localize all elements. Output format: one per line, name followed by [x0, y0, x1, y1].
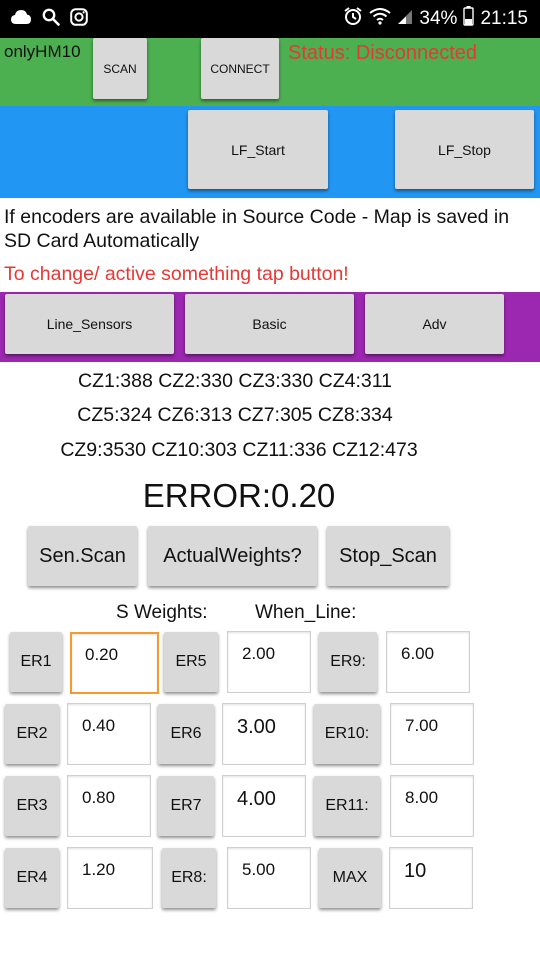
er9-weight-input[interactable]: 6.00 — [386, 631, 470, 693]
er10-button[interactable]: ER10: — [314, 704, 380, 764]
er5-button[interactable]: ER5 — [164, 632, 218, 692]
instagram-icon — [70, 7, 88, 31]
er10-weight-input[interactable]: 7.00 — [390, 703, 474, 765]
er7-weight-input[interactable]: 4.00 — [222, 775, 306, 837]
er9-button[interactable]: ER9: — [319, 632, 377, 692]
er6-button[interactable]: ER6 — [158, 704, 214, 764]
sensor-readings-row-3: CZ9:3530 CZ10:303 CZ11:336 CZ12:473 — [60, 439, 418, 461]
lf-start-button[interactable]: LF_Start — [188, 110, 328, 189]
max-weight-input[interactable]: 10 — [389, 847, 473, 909]
tab-basic[interactable]: Basic — [185, 294, 354, 354]
er1-weight-input[interactable]: 0.20 — [70, 632, 159, 694]
info-text: If encoders are available in Source Code… — [4, 206, 510, 252]
er1-button[interactable]: ER1 — [10, 632, 62, 692]
er2-button[interactable]: ER2 — [5, 704, 59, 764]
er7-button[interactable]: ER7 — [158, 776, 214, 836]
sensor-readings-row-2: CZ5:324 CZ6:313 CZ7:305 CZ8:334 — [77, 404, 393, 426]
device-name: onlyHM10 — [4, 42, 81, 61]
connect-button[interactable]: CONNECT — [201, 38, 279, 99]
cloud-icon — [10, 9, 32, 30]
er3-weight-input[interactable]: 0.80 — [67, 775, 151, 837]
scan-button[interactable]: SCAN — [93, 38, 147, 99]
when-line-label: When_Line: — [255, 602, 357, 623]
hint-text: To change/ active something tap button! — [4, 263, 349, 285]
er5-weight-input[interactable]: 2.00 — [227, 631, 311, 693]
er3-button[interactable]: ER3 — [5, 776, 59, 836]
stop-scan-button[interactable]: Stop_Scan — [327, 526, 449, 586]
max-button[interactable]: MAX — [319, 848, 381, 908]
battery-percent: 34% — [419, 8, 458, 29]
search-icon — [42, 8, 60, 31]
actual-weights-button[interactable]: ActualWeights? — [148, 526, 317, 586]
wifi-icon — [369, 7, 392, 31]
er6-weight-input[interactable]: 3.00 — [222, 703, 306, 765]
signal-icon — [397, 7, 413, 31]
er8-weight-input[interactable]: 5.00 — [227, 847, 311, 909]
tab-adv[interactable]: Adv — [365, 294, 504, 354]
connection-status: Status: Disconnected — [288, 42, 477, 64]
sen-scan-button[interactable]: Sen.Scan — [28, 526, 137, 586]
er2-weight-input[interactable]: 0.40 — [67, 703, 151, 765]
er4-button[interactable]: ER4 — [5, 848, 59, 908]
status-bar: 34% 21:15 — [0, 0, 540, 38]
clock: 21:15 — [480, 8, 528, 29]
sensor-readings-row-1: CZ1:388 CZ2:330 CZ3:330 CZ4:311 — [78, 370, 392, 392]
s-weights-label: S Weights: — [116, 602, 208, 623]
er11-button[interactable]: ER11: — [314, 776, 380, 836]
er11-weight-input[interactable]: 8.00 — [390, 775, 474, 837]
error-value: ERROR:0.20 — [142, 477, 336, 514]
battery-icon — [463, 6, 475, 32]
er4-weight-input[interactable]: 1.20 — [67, 847, 153, 909]
lf-stop-button[interactable]: LF_Stop — [395, 110, 534, 189]
tab-line-sensors[interactable]: Line_Sensors — [5, 294, 174, 354]
alarm-icon — [343, 6, 363, 32]
er8-button[interactable]: ER8: — [162, 848, 216, 908]
